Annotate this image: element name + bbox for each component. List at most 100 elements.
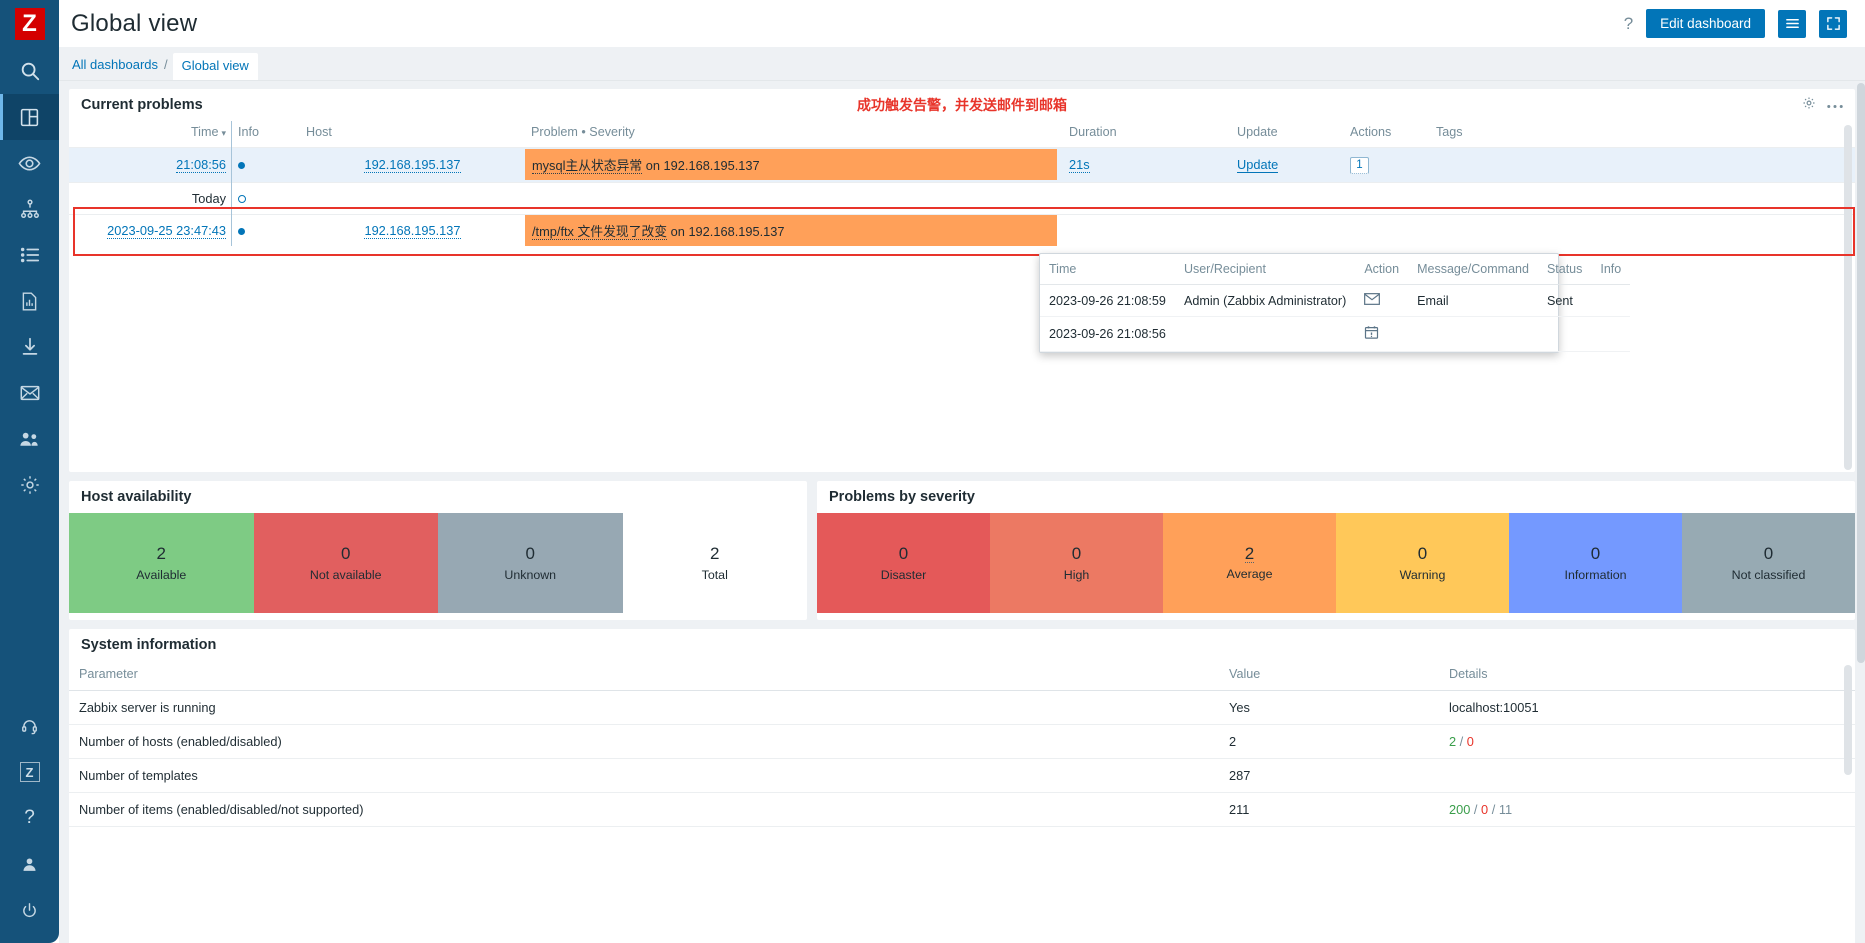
search-icon [19,60,41,82]
host-cell-total[interactable]: 2 Total [622,513,807,613]
host-cell-unknown[interactable]: 0 Unknown [438,513,623,613]
sidebar-item-inventory[interactable] [0,232,59,278]
group-label: Today [69,181,232,214]
group-pad-3 [1063,181,1231,214]
timeline-dot-icon [238,227,245,235]
cell-info [232,147,300,182]
severity-cells: 0 Disaster 0 High 2 Average 0 Warning 0 … [817,513,1855,613]
group-pad-1 [300,181,525,214]
cell-problem: mysql主从状态异常 on 192.168.195.137 [525,147,1063,182]
action-log-header-row: Time User/Recipient Action Message/Comma… [1040,254,1631,285]
sidebar-item-zabbix[interactable]: Z [0,749,59,795]
col-problem-severity[interactable]: Problem • Severity [525,121,1063,148]
group-pad-2 [525,181,1063,214]
severity-cell-disaster[interactable]: 0 Disaster [817,513,990,613]
sidebar-item-dashboards[interactable] [0,94,59,140]
cell-actions: 1 [1344,147,1430,182]
col-duration[interactable]: Duration [1063,121,1231,148]
sidebar-item-monitoring[interactable] [0,140,59,186]
timeline-circle-icon [238,194,246,203]
sidebar-item-help[interactable]: ? [0,795,59,841]
sidebar-item-maps[interactable] [0,186,59,232]
action-info [1591,316,1631,352]
zabbix-logo-letter: Z [14,8,45,40]
host-unknown-value: 0 [525,544,535,563]
severity-cell-information[interactable]: 0 Information [1509,513,1682,613]
sidebar-item-support[interactable] [0,703,59,749]
system-info-scrollbar[interactable] [1844,665,1852,775]
breadcrumb: All dashboards / Global view [59,47,1865,81]
duration-link[interactable]: 21s [1069,157,1090,174]
dashboard-row-2: Host availability 2 Available 0 Not avai… [69,481,1855,620]
severity-cell-warning[interactable]: 0 Warning [1336,513,1509,613]
sidebar-item-user[interactable] [0,841,59,887]
col-value: Value [1219,661,1439,691]
severity-high-label: High [1063,568,1090,582]
host-not-available-value: 0 [341,544,351,563]
host-link[interactable]: 192.168.195.137 [364,157,461,174]
col-tags: Tags [1436,125,1463,139]
sidebar-item-signout[interactable] [0,887,59,933]
sidebar-item-data-collection[interactable] [0,324,59,370]
widget-kebab-icon[interactable] [1827,96,1843,114]
host-link[interactable]: 192.168.195.137 [364,222,461,239]
action-message [1408,316,1538,352]
action-log-row: 2023-09-26 21:08:59 Admin (Zabbix Admini… [1040,284,1631,317]
action-message: Email [1408,284,1538,317]
update-link[interactable]: Update [1237,157,1279,174]
table-group-row: Today [69,181,1855,214]
calendar-alert-icon [1364,326,1379,343]
widget-title-problems: Current problems [81,97,203,113]
host-cell-available[interactable]: 2 Available [69,513,254,613]
table-row[interactable]: 2023-09-25 23:47:43 192.168.195.137 /tmp… [69,213,1855,246]
table-row[interactable]: 21:08:56 192.168.195.137 mysql主从状态异常 on … [69,147,1855,182]
severity-cell-high[interactable]: 0 High [990,513,1163,613]
host-cell-not-available[interactable]: 0 Not available [253,513,438,613]
edit-dashboard-button[interactable]: Edit dashboard [1646,9,1765,38]
dashboard-menu-button[interactable] [1778,9,1806,38]
sidebar-item-administration[interactable] [0,462,59,508]
details-part: 11 [1498,802,1513,817]
widget-title-problems-by-severity: Problems by severity [829,489,975,505]
page-scrollbar[interactable] [1857,83,1865,663]
sidebar-item-reports[interactable] [0,278,59,324]
action-status: Sent [1537,284,1592,317]
severity-cell-average[interactable]: /tmp/ftx 文件发现了改变 on 192.168.195.137 [525,214,1057,246]
fullscreen-button[interactable] [1819,9,1847,38]
problem-host-suffix: on 192.168.195.137 [667,223,785,239]
action-log-popup: Time User/Recipient Action Message/Comma… [1039,253,1631,353]
problem-time-link[interactable]: 2023-09-25 23:47:43 [107,222,226,239]
widget-problems-by-severity: Problems by severity 0 Disaster 0 High 2 [817,481,1855,620]
cell-time: 2023-09-25 23:47:43 [69,213,232,246]
host-availability-cells: 2 Available 0 Not available 0 Unknown 2 … [69,513,807,613]
sidebar-item-search[interactable] [0,48,59,94]
severity-cell-average[interactable]: mysql主从状态异常 on 192.168.195.137 [525,149,1057,181]
severity-information-label: Information [1564,568,1627,582]
severity-cell-average[interactable]: 2 Average [1163,513,1336,613]
help-icon[interactable]: ? [1624,14,1633,34]
widget-gear-icon[interactable] [1802,96,1816,115]
host-not-available-label: Not available [309,568,382,582]
col-host[interactable]: Host [300,121,525,148]
details-sep: / [1488,802,1499,817]
severity-warning-value: 0 [1417,544,1428,563]
zabbix-logo[interactable]: Z [0,0,59,48]
widget-actions-problems [1802,96,1843,115]
breadcrumb-current[interactable]: Global view [172,53,258,80]
severity-cell-not-classified[interactable]: 0 Not classified [1682,513,1855,613]
details-sep: / [1456,734,1467,749]
actions-count-badge[interactable]: 1 [1350,156,1369,174]
system-info-parameter: Number of hosts (enabled/disabled) [69,724,1219,759]
data-collection-icon [19,336,41,358]
system-info-details: 200 / 0 / 11 [1439,792,1855,827]
sidebar-item-alerts[interactable] [0,370,59,416]
users-icon [18,428,41,451]
system-info-parameter: Number of items (enabled/disabled/not su… [69,792,1219,827]
col-time[interactable]: Time ▾ [69,121,232,148]
widget-scrollbar[interactable] [1844,125,1852,470]
action-status [1537,316,1592,352]
sidebar-item-users[interactable] [0,416,59,462]
breadcrumb-all-dashboards[interactable]: All dashboards [72,57,164,80]
problem-time-link[interactable]: 21:08:56 [176,157,226,174]
group-pad-5 [1344,181,1430,214]
